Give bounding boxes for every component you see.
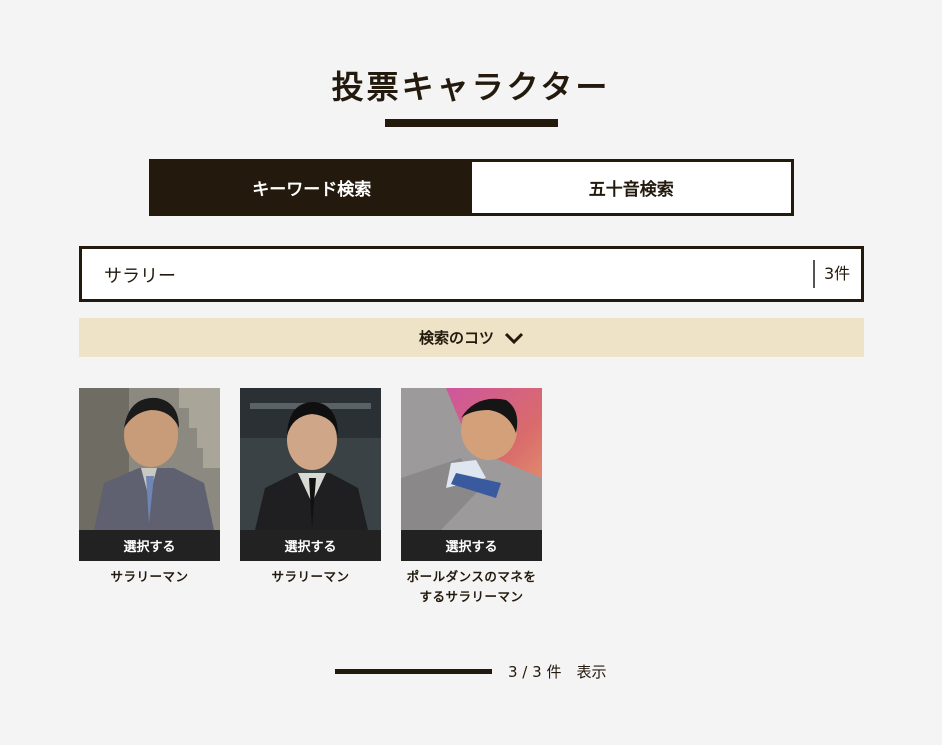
character-thumbnail[interactable] xyxy=(240,388,381,530)
character-card: 選択する サラリーマン xyxy=(240,388,381,587)
character-name: サラリーマン xyxy=(271,569,350,584)
result-count: 3件 xyxy=(824,264,851,283)
title-underline xyxy=(385,119,558,127)
character-card: 選択する ポールダンスのマネを するサラリーマン xyxy=(401,388,542,607)
tab-kana-search[interactable]: 五十音検索 xyxy=(471,162,791,213)
search-tips-label: 検索のコツ xyxy=(418,329,494,347)
select-button[interactable]: 選択する xyxy=(401,530,542,561)
character-name: ポールダンスのマネを するサラリーマン xyxy=(401,567,542,607)
search-input[interactable] xyxy=(102,249,806,301)
page-title: 投票キャラクター xyxy=(331,68,611,106)
search-mode-tabs: キーワード検索 五十音検索 xyxy=(149,159,794,216)
character-name: サラリーマン xyxy=(110,569,189,584)
character-thumbnail[interactable] xyxy=(401,388,542,530)
results-shown-count: 3 / 3 件 表示 xyxy=(508,663,607,681)
search-divider xyxy=(813,260,815,288)
character-name-line: するサラリーマン xyxy=(419,589,524,604)
search-box: 3件 xyxy=(79,246,864,302)
tab-keyword-search[interactable]: キーワード検索 xyxy=(152,162,472,213)
character-name-line: ポールダンスのマネを xyxy=(406,569,537,584)
select-button[interactable]: 選択する xyxy=(79,530,220,561)
search-tips-toggle[interactable]: 検索のコツ xyxy=(79,318,864,357)
results-progress-bar xyxy=(335,669,492,674)
character-thumbnail[interactable] xyxy=(79,388,220,530)
character-card: 選択する サラリーマン xyxy=(79,388,220,587)
select-button[interactable]: 選択する xyxy=(240,530,381,561)
chevron-down-icon xyxy=(504,332,524,344)
